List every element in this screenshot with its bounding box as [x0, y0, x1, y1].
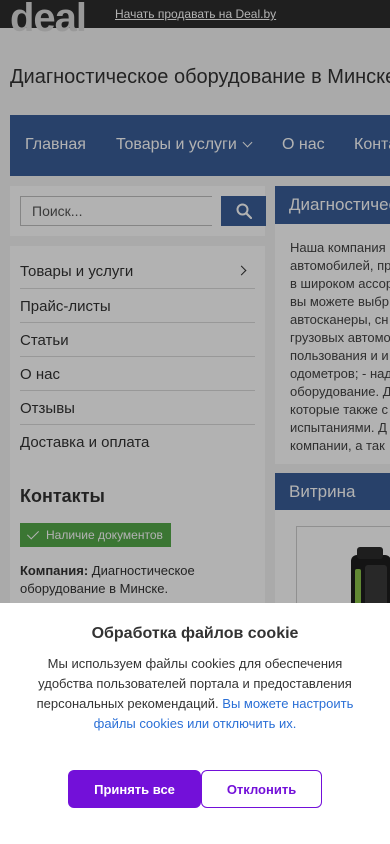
cookie-banner: Обработка файлов cookie Мы используем фа…	[0, 603, 390, 844]
cookie-text: Мы используем файлы cookies для обеспече…	[30, 654, 360, 734]
cookie-title: Обработка файлов cookie	[91, 625, 299, 642]
accept-all-button[interactable]: Принять все	[68, 770, 201, 808]
reject-button[interactable]: Отклонить	[201, 770, 322, 808]
